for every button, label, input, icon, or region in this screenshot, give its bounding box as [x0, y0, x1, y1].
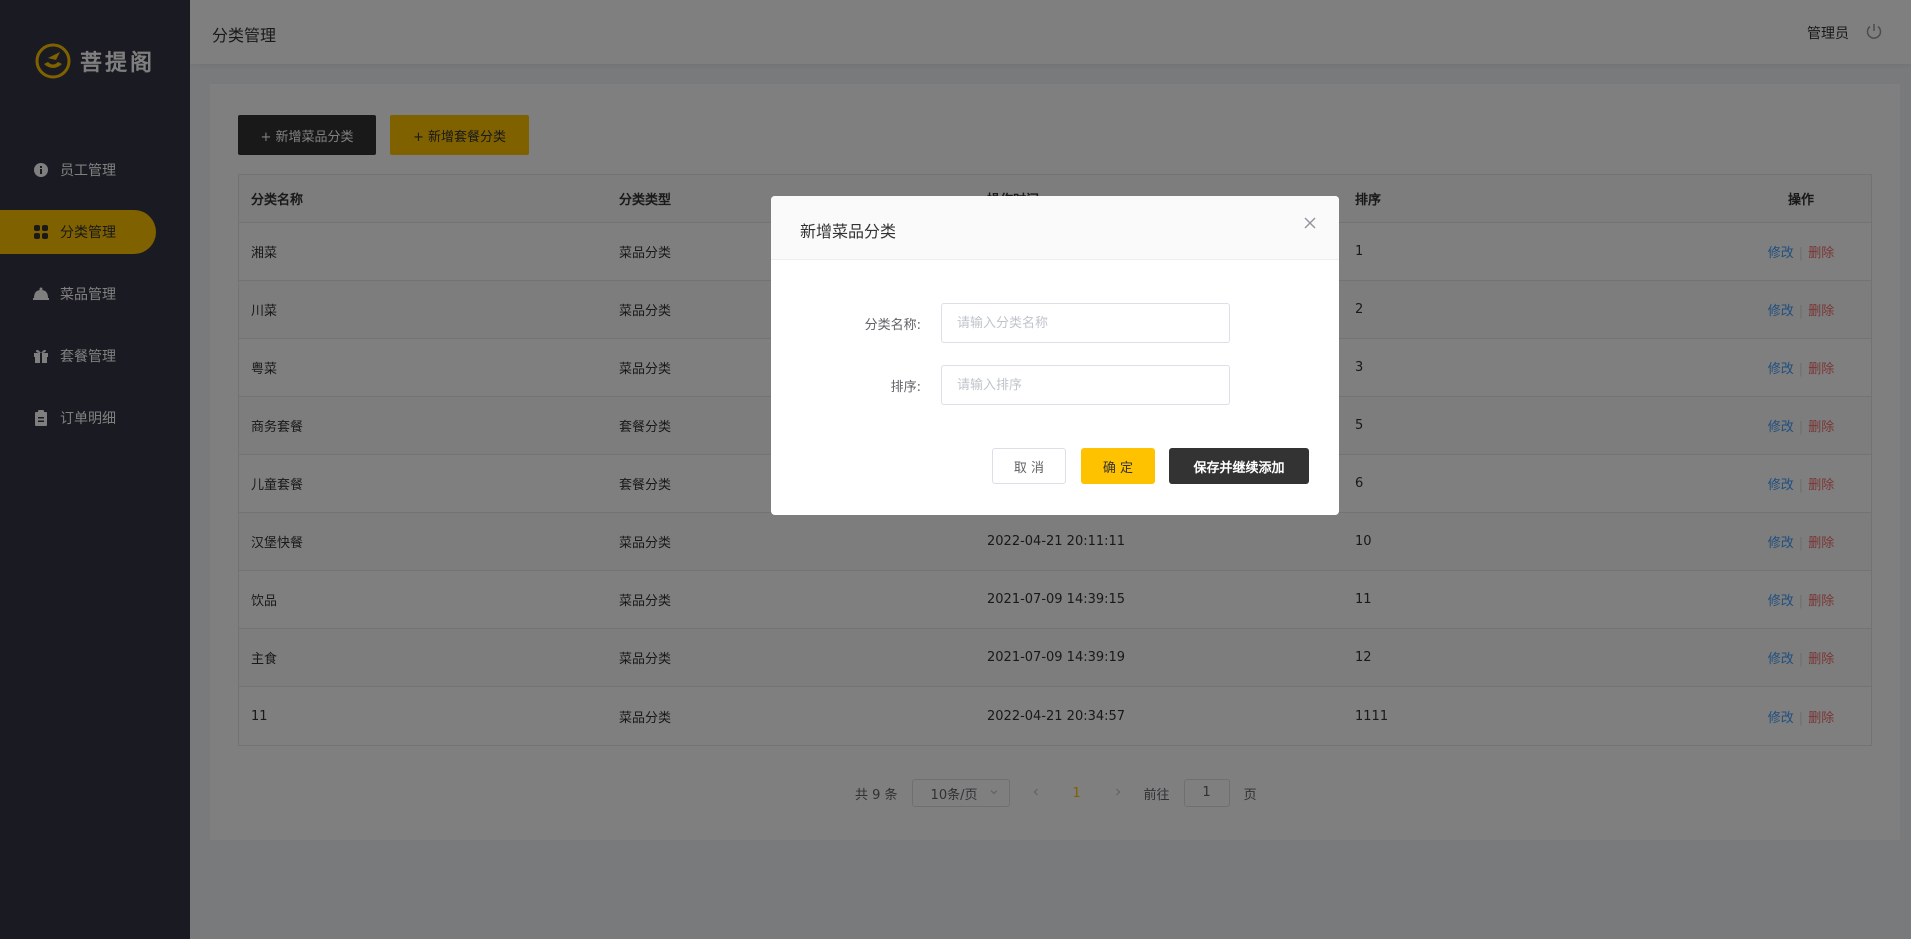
- sort-input[interactable]: [941, 365, 1230, 405]
- sort-label: 排序:: [890, 379, 921, 395]
- category-name-input[interactable]: [941, 303, 1230, 343]
- cancel-button[interactable]: 取 消: [992, 448, 1066, 484]
- add-category-dialog: 新增菜品分类 分类名称: 排序: 取 消 确 定 保存并继续添加: [771, 196, 1339, 515]
- dialog-title: 新增菜品分类: [800, 222, 897, 241]
- close-icon[interactable]: [1303, 216, 1317, 230]
- form-row-sort: 排序:: [771, 365, 1230, 405]
- dialog-header: 新增菜品分类: [771, 196, 1339, 260]
- save-and-continue-button[interactable]: 保存并继续添加: [1169, 448, 1309, 484]
- name-label: 分类名称:: [864, 317, 921, 333]
- form-row-name: 分类名称:: [771, 303, 1230, 343]
- confirm-button[interactable]: 确 定: [1081, 448, 1155, 484]
